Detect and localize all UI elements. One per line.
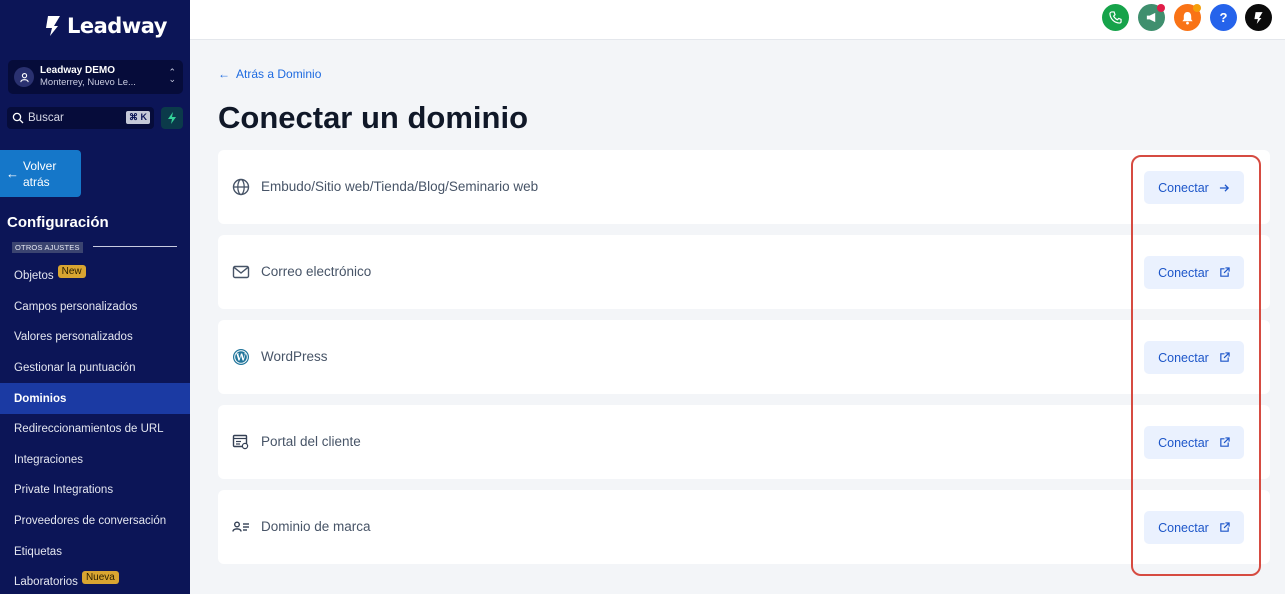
search-placeholder: Buscar [28, 112, 64, 124]
globe-icon [232, 178, 250, 196]
domain-option-card: Dominio de marca Conectar [218, 490, 1270, 564]
sidebar-item-label: Gestionar la puntuación [14, 362, 136, 375]
megaphone-icon[interactable] [1138, 4, 1165, 31]
section-title: Configuración [7, 214, 109, 231]
chevron-updown-icon: ⌃ ⌄ [168, 67, 176, 84]
back-button[interactable]: ← Volver atrás [0, 150, 81, 197]
option-label: WordPress [261, 349, 328, 364]
domain-option-card: Portal del cliente Conectar [218, 405, 1270, 479]
account-switcher[interactable]: Leadway DEMO Monterrey, Nuevo Le... ⌃ ⌄ [8, 60, 183, 94]
quick-actions-button[interactable] [161, 107, 183, 129]
top-bar: ? [190, 0, 1285, 40]
search-icon [12, 112, 24, 124]
sidebar-item-campos-personalizados[interactable]: Campos personalizados [0, 292, 190, 323]
brand-domain-icon [232, 521, 249, 532]
sidebar-item-objetos[interactable]: Objetos New [0, 261, 190, 292]
sidebar-item-label: Laboratorios [14, 576, 78, 589]
sidebar-item-dominios[interactable]: Dominios [0, 383, 190, 414]
option-label: Embudo/Sitio web/Tienda/Blog/Seminario w… [261, 179, 539, 194]
help-icon[interactable]: ? [1210, 4, 1237, 31]
sidebar-item-label: Redireccionamientos de URL [14, 423, 164, 436]
breadcrumb[interactable]: ← Atrás a Dominio [218, 67, 321, 81]
sidebar-item-label: Private Integrations [14, 484, 114, 497]
sidebar-item-label: Etiquetas [14, 545, 62, 558]
sidebar-item-label: Dominios [14, 392, 67, 405]
phone-icon[interactable] [1102, 4, 1129, 31]
portal-icon [232, 434, 249, 450]
arrow-left-icon: ← [6, 166, 19, 181]
page-title: Conectar un dominio [218, 100, 528, 135]
notification-dot [1193, 4, 1201, 12]
domain-option-card: W WordPress Conectar [218, 320, 1270, 394]
sidebar-item-label: Campos personalizados [14, 300, 138, 313]
sidebar-item-label: Objetos [14, 270, 54, 283]
wordpress-icon: W [233, 349, 249, 365]
lightning-icon [168, 112, 176, 124]
account-location: Monterrey, Nuevo Le... [40, 77, 136, 88]
brand-icon[interactable] [1245, 4, 1272, 31]
sidebar-item-integraciones[interactable]: Integraciones [0, 445, 190, 476]
option-label: Correo electrónico [261, 264, 372, 279]
sidebar-item-label: Valores personalizados [14, 331, 133, 344]
account-name: Leadway DEMO [40, 65, 116, 76]
divider [93, 246, 177, 247]
back-label: Volver atrás [23, 158, 57, 189]
logo-icon [46, 16, 60, 36]
sidebar: Leadway Leadway DEMO Monterrey, Nuevo Le… [0, 0, 190, 594]
option-label: Dominio de marca [261, 519, 371, 534]
sidebar-item-label: Proveedores de conversación [14, 515, 167, 528]
sidebar-item-gestionar-puntuacion[interactable]: Gestionar la puntuación [0, 353, 190, 384]
sidebar-item-valores-personalizados[interactable]: Valores personalizados [0, 322, 190, 353]
new-badge: New [57, 264, 86, 278]
mail-icon [232, 265, 250, 279]
brand-name: Leadway [67, 14, 167, 38]
notification-dot [1157, 4, 1165, 12]
highlight-box [1131, 155, 1261, 576]
new-badge: Nueva [81, 570, 119, 584]
breadcrumb-label: Atrás a Dominio [236, 67, 322, 81]
arrow-left-icon: ← [218, 67, 230, 81]
search-input[interactable]: Buscar ⌘ K [7, 107, 154, 129]
sidebar-item-label: Integraciones [14, 453, 84, 466]
sidebar-item-etiquetas[interactable]: Etiquetas [0, 536, 190, 567]
bell-icon[interactable] [1174, 4, 1201, 31]
settings-nav: Objetos New Campos personalizados Valore… [0, 261, 190, 594]
domain-option-card: Correo electrónico Conectar [218, 235, 1270, 309]
sidebar-item-private-integrations[interactable]: Private Integrations [0, 475, 190, 506]
location-avatar-icon [14, 67, 34, 87]
domain-option-card: Embudo/Sitio web/Tienda/Blog/Seminario w… [218, 150, 1270, 224]
option-label: Portal del cliente [261, 434, 361, 449]
search-shortcut: ⌘ K [126, 111, 150, 124]
subsection-title: OTROS AJUSTES [12, 242, 83, 253]
sidebar-item-proveedores-conversacion[interactable]: Proveedores de conversación [0, 506, 190, 537]
brand-logo[interactable]: Leadway [42, 14, 167, 38]
sidebar-item-laboratorios[interactable]: Laboratorios Nueva [0, 567, 190, 594]
sidebar-item-redireccionamientos[interactable]: Redireccionamientos de URL [0, 414, 190, 445]
svg-text:W: W [235, 354, 247, 364]
